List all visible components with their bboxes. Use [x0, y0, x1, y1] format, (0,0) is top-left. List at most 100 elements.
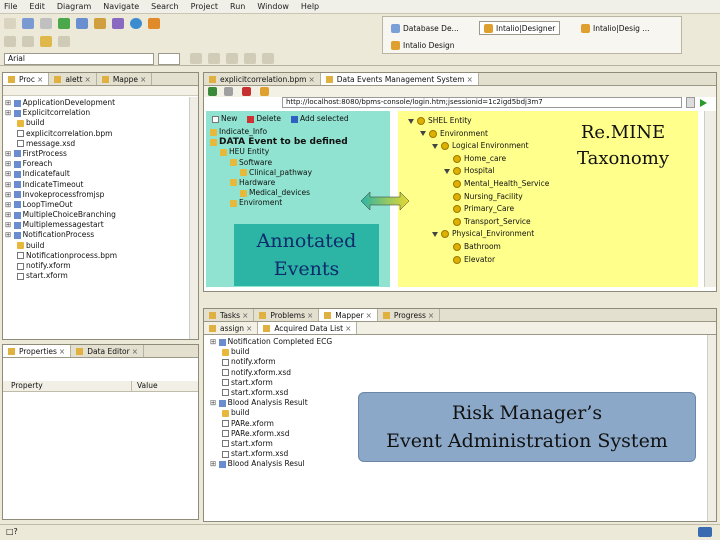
search-icon[interactable]: [112, 18, 124, 29]
close-icon[interactable]: ×: [140, 75, 146, 84]
back-icon[interactable]: [4, 36, 16, 47]
taxonomy-item[interactable]: Nursing_Facility: [408, 191, 598, 204]
event-item[interactable]: Medical_devices: [210, 188, 386, 198]
tree-item[interactable]: build: [5, 118, 185, 128]
tree-item[interactable]: notify.xform: [210, 357, 510, 367]
tree-item[interactable]: build: [210, 347, 510, 357]
edit-icon[interactable]: [148, 18, 160, 29]
tree-item[interactable]: build: [5, 241, 185, 251]
run-icon[interactable]: [58, 18, 70, 29]
close-icon[interactable]: ×: [246, 324, 252, 333]
tree-item[interactable]: ⊞ Invokeprocessfromjsp: [5, 190, 185, 200]
close-icon[interactable]: ×: [308, 75, 314, 84]
view-tab[interactable]: Data Editor ×: [71, 345, 144, 357]
expand-icon[interactable]: ⊞: [210, 398, 219, 407]
expand-icon[interactable]: ⊞: [5, 149, 14, 158]
expand-icon[interactable]: ⊞: [5, 200, 14, 209]
tree-item[interactable]: ⊞ FirstProcess: [5, 149, 185, 159]
close-icon[interactable]: ×: [59, 347, 65, 356]
perspective-design2[interactable]: Intalio|Desig ...: [577, 21, 653, 35]
view-tab[interactable]: alett ×: [49, 73, 97, 85]
align-icon[interactable]: [226, 53, 238, 64]
bold-icon[interactable]: [190, 53, 202, 64]
tree-item[interactable]: ⊞ IndicateTimeout: [5, 180, 185, 190]
event-item[interactable]: HEU Entity: [210, 147, 386, 157]
expand-triangle-icon[interactable]: [408, 118, 414, 124]
expand-triangle-icon[interactable]: [432, 231, 438, 237]
expand-icon[interactable]: ⊞: [210, 459, 219, 468]
tree-item[interactable]: notify.xform.xsd: [210, 368, 510, 378]
view-tab[interactable]: explicitcorrelation.bpm ×: [204, 73, 321, 85]
print-icon[interactable]: [40, 18, 52, 29]
expand-icon[interactable]: ⊞: [5, 180, 14, 189]
expand-triangle-icon[interactable]: [420, 131, 426, 137]
perspective-designer[interactable]: Intalio|Designer: [479, 21, 561, 35]
expand-icon[interactable]: ⊞: [5, 210, 14, 219]
tree-item[interactable]: ⊞ Explicitcorrelation: [5, 108, 185, 118]
expand-icon[interactable]: ⊞: [5, 220, 14, 229]
new-button[interactable]: New: [212, 114, 237, 123]
close-icon[interactable]: ×: [366, 311, 372, 320]
view-tab[interactable]: Progress ×: [378, 309, 441, 321]
expand-icon[interactable]: ⊞: [5, 230, 14, 239]
stop-icon[interactable]: [242, 87, 251, 96]
forward-icon[interactable]: [22, 36, 34, 47]
refresh-icon[interactable]: [260, 87, 269, 96]
font-name-combo[interactable]: Arial: [4, 53, 154, 65]
menu-item[interactable]: Diagram: [57, 2, 91, 11]
view-tab[interactable]: Properties ×: [3, 345, 72, 357]
menu-item[interactable]: Project: [191, 2, 218, 11]
taxonomy-item[interactable]: Bathroom: [408, 241, 598, 254]
tree-item[interactable]: start.xform: [5, 271, 185, 281]
expand-icon[interactable]: ⊞: [5, 159, 14, 168]
taxonomy-item[interactable]: Elevator: [408, 254, 598, 267]
url-field[interactable]: http://localhost:8080/bpms-console/login…: [282, 97, 682, 108]
event-item[interactable]: DATA Event to be defined: [210, 137, 386, 147]
view-tab[interactable]: Mappe ×: [97, 73, 153, 85]
arrow-left-icon[interactable]: [40, 36, 52, 47]
view-tab[interactable]: Data Events Management System ×: [320, 73, 479, 85]
forward-nav-icon[interactable]: [224, 87, 233, 96]
new-icon[interactable]: [4, 18, 16, 29]
perspective-intalio[interactable]: Intalio Design: [387, 38, 459, 52]
close-icon[interactable]: ×: [242, 311, 248, 320]
debug-icon[interactable]: [76, 18, 88, 29]
save-icon[interactable]: [22, 18, 34, 29]
close-icon[interactable]: ×: [345, 324, 351, 333]
tree-item[interactable]: start.xform: [210, 378, 510, 388]
perspective-database[interactable]: Database De...: [387, 21, 463, 35]
data-list-scrollbar[interactable]: [707, 335, 716, 521]
taxonomy-item[interactable]: Mental_Health_Service: [408, 178, 598, 191]
menu-item[interactable]: Help: [301, 2, 319, 11]
close-icon[interactable]: ×: [428, 311, 434, 320]
delete-button[interactable]: Delete: [247, 114, 281, 123]
menu-item[interactable]: Search: [151, 2, 178, 11]
taxonomy-item[interactable]: Transport_Service: [408, 216, 598, 229]
close-icon[interactable]: ×: [37, 75, 43, 84]
tree-item[interactable]: ⊞ LoopTimeOut: [5, 200, 185, 210]
expand-triangle-icon[interactable]: [432, 143, 438, 149]
tree-item[interactable]: ⊞ NotificationProcess: [5, 230, 185, 240]
close-icon[interactable]: ×: [132, 347, 138, 356]
view-tab[interactable]: Proc ×: [3, 73, 50, 85]
menu-item[interactable]: Window: [257, 2, 289, 11]
taxonomy-item[interactable]: Physical_Environment: [408, 228, 598, 241]
menu-item[interactable]: Run: [230, 2, 245, 11]
tree-item[interactable]: explicitcorrelation.bpm: [5, 129, 185, 139]
expand-triangle-icon[interactable]: [444, 168, 450, 174]
event-item[interactable]: Enviroment: [210, 198, 386, 208]
menu-item[interactable]: Edit: [29, 2, 45, 11]
expand-icon[interactable]: ⊞: [5, 98, 14, 107]
explorer-scrollbar[interactable]: [189, 97, 198, 339]
view-tab[interactable]: Problems ×: [254, 309, 320, 321]
view-tab[interactable]: Mapper ×: [319, 309, 378, 321]
go-icon[interactable]: [700, 99, 707, 107]
tree-item[interactable]: ⊞ MultipleChoiceBranching: [5, 210, 185, 220]
tree-item[interactable]: ⊞ Notification Completed ECG: [210, 337, 510, 347]
expand-icon[interactable]: ⊞: [210, 337, 219, 346]
url-dropdown-icon[interactable]: [686, 97, 695, 108]
expand-icon[interactable]: ⊞: [5, 190, 14, 199]
tree-item[interactable]: message.xsd: [5, 139, 185, 149]
menu-item[interactable]: File: [4, 2, 17, 11]
line-icon[interactable]: [262, 53, 274, 64]
